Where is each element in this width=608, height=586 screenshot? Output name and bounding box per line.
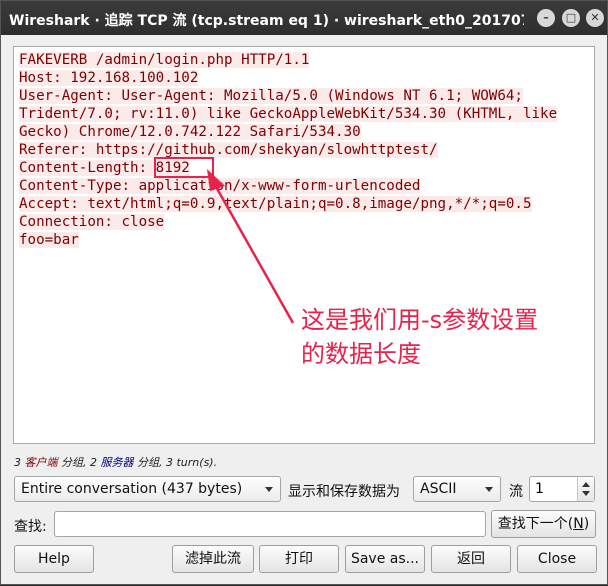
stream-line: User-Agent: User-Agent: Mozilla/5.0 (Win…	[19, 87, 594, 105]
turns-count: 3 turn(s).	[166, 456, 218, 469]
find-input[interactable]	[54, 511, 486, 537]
stream-line: Trident/7.0; rv:11.0) like GeckoAppleWeb…	[19, 105, 594, 123]
filter-out-stream-button[interactable]: 滤掉此流	[172, 545, 254, 573]
stream-line-text: Connection: close	[19, 214, 165, 230]
annotation-line-1: 这是我们用-s参数设置	[301, 306, 539, 334]
stream-line: Connection: close	[19, 213, 594, 231]
stream-line: Host: 192.168.100.102	[19, 69, 594, 87]
minimize-icon[interactable]: –	[537, 9, 555, 27]
find-next-label: 查找下一个(	[497, 516, 574, 532]
stream-line: Content-Length: 8192	[19, 159, 594, 177]
window-title: Wireshark · 追踪 TCP 流 (tcp.stream eq 1) ·…	[9, 13, 524, 29]
content-length-highlight	[154, 157, 214, 178]
server-label: 服务器	[100, 456, 134, 469]
find-next-button[interactable]: 查找下一个(N)	[491, 510, 596, 538]
stream-line-text: Trident/7.0; rv:11.0) like GeckoAppleWeb…	[19, 106, 558, 122]
chevron-down-icon	[265, 487, 273, 492]
close-icon[interactable]: ✕	[586, 9, 604, 27]
annotation-line-2: 的数据长度	[301, 340, 421, 368]
server-packet-count: 2	[90, 456, 97, 469]
conversation-select[interactable]: Entire conversation (437 bytes)	[14, 476, 281, 502]
chevron-down-icon	[485, 487, 493, 492]
find-next-mnemonic: N	[573, 516, 584, 532]
stream-line-text: FAKEVERB /admin/login.php HTTP/1.1	[19, 52, 310, 68]
title-bar[interactable]: Wireshark · 追踪 TCP 流 (tcp.stream eq 1) ·…	[1, 1, 607, 35]
client-packet-count: 3	[14, 456, 21, 469]
stream-line: Gecko) Chrome/12.0.742.122 Safari/534.30	[19, 123, 594, 141]
save-as-button[interactable]: Save as...	[345, 545, 425, 573]
packets-word: 分组,	[137, 456, 163, 469]
stream-line: Content-Type: application/x-www-form-url…	[19, 177, 594, 195]
client-label: 客户端	[24, 456, 58, 469]
stream-line: FAKEVERB /admin/login.php HTTP/1.1	[19, 51, 594, 69]
stream-line-text: Accept: text/html;q=0.9,text/plain;q=0.8…	[19, 196, 532, 212]
conversation-select-value: Entire conversation (437 bytes)	[21, 481, 243, 497]
chevron-down-icon[interactable]	[582, 491, 590, 496]
stream-line-text: Gecko) Chrome/12.0.742.122 Safari/534.30	[19, 124, 361, 140]
stream-line: foo=bar	[19, 231, 594, 249]
stream-line: Accept: text/html;q=0.9,text/plain;q=0.8…	[19, 195, 594, 213]
encoding-select[interactable]: ASCII	[413, 476, 501, 502]
stream-line-text: Host: 192.168.100.102	[19, 70, 199, 86]
stream-line-text: Content-Type: application/x-www-form-url…	[19, 178, 421, 194]
stream-content[interactable]: FAKEVERB /admin/login.php HTTP/1.1 Host:…	[13, 46, 595, 444]
help-button[interactable]: Help	[14, 545, 94, 573]
encoding-select-value: ASCII	[420, 481, 457, 497]
find-next-suffix: )	[583, 516, 590, 532]
spin-arrows[interactable]	[577, 477, 594, 501]
maximize-icon[interactable]: □	[562, 9, 580, 27]
find-label: 查找:	[14, 519, 47, 535]
stream-summary: 3 客户端 分组, 2 服务器 分组, 3 turn(s).	[14, 454, 217, 470]
close-button[interactable]: Close	[517, 545, 597, 573]
packets-word: 分组,	[61, 456, 87, 469]
stream-number-label: 流	[509, 484, 523, 500]
stream-line-text: Referer: https://github.com/shekyan/slow…	[19, 142, 438, 158]
stream-line-text: User-Agent: User-Agent: Mozilla/5.0 (Win…	[19, 88, 523, 104]
save-as-label: 显示和保存数据为	[288, 484, 400, 500]
annotation-note: 这是我们用-s参数设置 的数据长度	[301, 303, 538, 371]
follow-tcp-stream-window: Wireshark · 追踪 TCP 流 (tcp.stream eq 1) ·…	[0, 0, 608, 585]
stream-line-text: foo=bar	[19, 232, 79, 248]
stream-number-value: 1	[535, 481, 544, 497]
back-button[interactable]: 返回	[431, 545, 511, 573]
stream-number-spinbox[interactable]: 1	[529, 476, 595, 502]
chevron-up-icon[interactable]	[582, 482, 590, 487]
print-button[interactable]: 打印	[259, 545, 339, 573]
stream-line: Referer: https://github.com/shekyan/slow…	[19, 141, 594, 159]
